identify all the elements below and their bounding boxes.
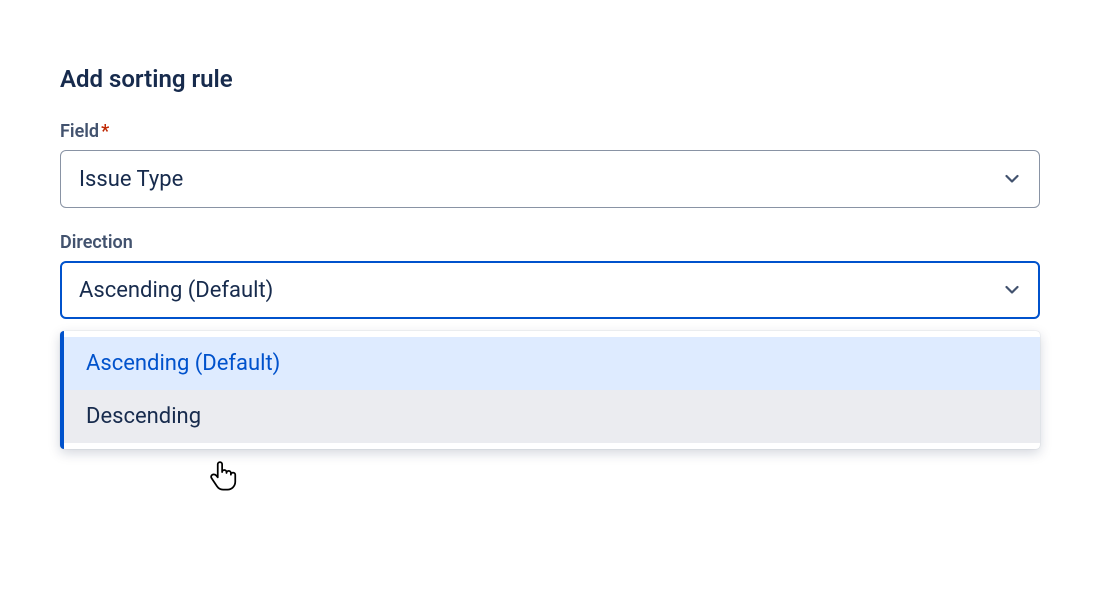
field-group: Field* Issue Type: [60, 121, 1040, 208]
direction-select-value: Ascending (Default): [79, 278, 273, 303]
required-indicator: *: [101, 121, 109, 142]
direction-label-text: Direction: [60, 232, 133, 253]
field-select[interactable]: Issue Type: [60, 150, 1040, 208]
direction-option-ascending[interactable]: Ascending (Default): [64, 337, 1040, 390]
cursor-hand-icon: [209, 459, 237, 491]
chevron-down-icon: [1003, 170, 1021, 188]
field-label-text: Field: [60, 121, 99, 142]
field-select-value: Issue Type: [79, 167, 183, 192]
dialog-title: Add sorting rule: [60, 65, 1040, 93]
field-label: Field*: [60, 121, 1040, 142]
direction-option-descending[interactable]: Descending: [64, 390, 1040, 443]
chevron-down-icon: [1003, 281, 1021, 299]
direction-label: Direction: [60, 232, 1040, 253]
direction-group: Direction Ascending (Default) Ascending …: [60, 232, 1040, 319]
direction-dropdown: Ascending (Default) Descending: [60, 331, 1040, 449]
direction-select[interactable]: Ascending (Default): [60, 261, 1040, 319]
